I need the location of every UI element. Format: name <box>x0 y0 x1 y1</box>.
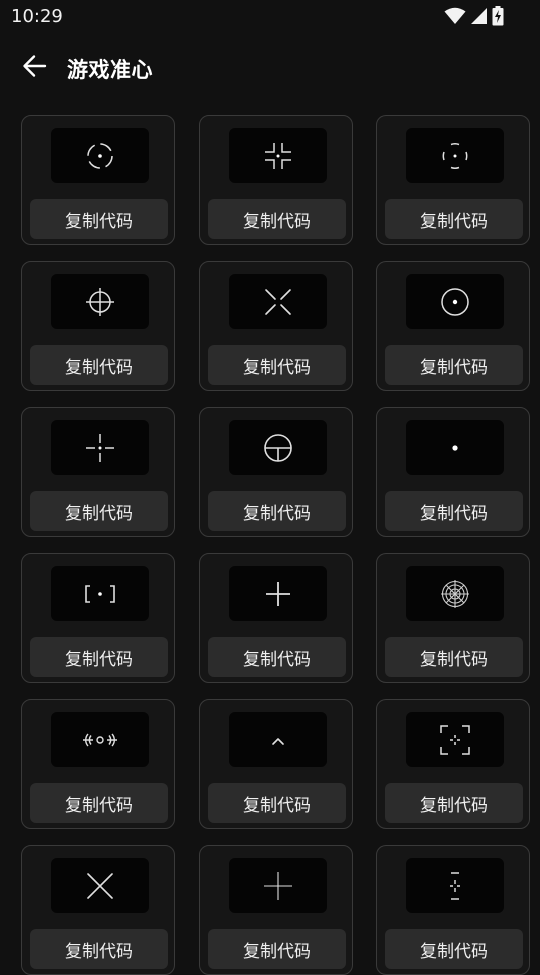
copy-code-button[interactable]: 复制代码 <box>30 637 168 677</box>
corner-brackets-dot-crosshair-icon <box>258 136 298 176</box>
copy-code-button[interactable]: 复制代码 <box>208 637 346 677</box>
chevron-up-crosshair-icon <box>258 720 298 760</box>
back-button[interactable] <box>14 46 54 86</box>
crosshair-card: 复制代码 <box>21 553 175 683</box>
crosshair-card: 复制代码 <box>199 407 353 537</box>
crosshair-preview <box>229 420 327 475</box>
thin-plus-crosshair-icon <box>258 866 298 906</box>
crosshair-card: 复制代码 <box>199 699 353 829</box>
split-circle-dot-crosshair-icon <box>435 136 475 176</box>
crosshair-preview <box>229 566 327 621</box>
crosshair-preview <box>229 274 327 329</box>
crosshair-preview <box>229 712 327 767</box>
crosshair-preview <box>51 712 149 767</box>
crosshair-preview <box>406 128 504 183</box>
crosshair-preview <box>51 274 149 329</box>
crosshair-card: 复制代码 <box>21 407 175 537</box>
copy-code-button[interactable]: 复制代码 <box>208 491 346 531</box>
crosshair-preview <box>406 566 504 621</box>
crosshair-card: 复制代码 <box>376 699 530 829</box>
copy-code-button[interactable]: 复制代码 <box>30 783 168 823</box>
crosshair-card: 复制代码 <box>376 845 530 975</box>
sniper-scope-crosshair-icon <box>435 574 475 614</box>
copy-code-button[interactable]: 复制代码 <box>208 199 346 239</box>
crosshair-preview <box>406 712 504 767</box>
dashes-cross-crosshair-icon <box>435 866 475 906</box>
crosshair-preview <box>51 566 149 621</box>
square-brackets-dot-crosshair-icon <box>80 574 120 614</box>
parentheses-ring-crosshair-icon <box>80 720 120 760</box>
arrow-left-icon <box>21 53 47 79</box>
copy-code-button[interactable]: 复制代码 <box>208 783 346 823</box>
crosshair-preview <box>406 274 504 329</box>
copy-code-button[interactable]: 复制代码 <box>385 345 523 385</box>
crosshair-preview <box>406 420 504 475</box>
crosshair-card: 复制代码 <box>199 845 353 975</box>
status-time: 10:29 <box>11 6 63 27</box>
copy-code-button[interactable]: 复制代码 <box>385 783 523 823</box>
crosshair-card: 复制代码 <box>376 261 530 391</box>
frame-corners-cross-crosshair-icon <box>435 720 475 760</box>
copy-code-button[interactable]: 复制代码 <box>30 345 168 385</box>
crosshair-card: 复制代码 <box>376 407 530 537</box>
copy-code-button[interactable]: 复制代码 <box>385 199 523 239</box>
page-title: 游戏准心 <box>67 58 153 82</box>
wifi-icon <box>444 7 466 25</box>
crosshair-card: 复制代码 <box>21 699 175 829</box>
battery-charging-icon <box>492 6 504 26</box>
circle-t-crosshair-icon <box>258 428 298 468</box>
small-cross-dot-crosshair-icon <box>80 428 120 468</box>
crosshair-preview <box>406 858 504 913</box>
crosshair-card: 复制代码 <box>376 115 530 245</box>
crosshair-card: 复制代码 <box>21 261 175 391</box>
dot-circle-dashed-crosshair-icon <box>80 136 120 176</box>
crosshair-preview <box>51 420 149 475</box>
copy-code-button[interactable]: 复制代码 <box>208 929 346 969</box>
circle-cross-crosshair-icon <box>80 282 120 322</box>
crosshair-card: 复制代码 <box>21 115 175 245</box>
crosshair-card: 复制代码 <box>199 553 353 683</box>
single-dot-crosshair-icon <box>435 428 475 468</box>
plus-crosshair-icon <box>258 574 298 614</box>
copy-code-button[interactable]: 复制代码 <box>208 345 346 385</box>
x-cross-crosshair-icon <box>80 866 120 906</box>
copy-code-button[interactable]: 复制代码 <box>30 929 168 969</box>
crosshair-preview <box>229 858 327 913</box>
copy-code-button[interactable]: 复制代码 <box>30 491 168 531</box>
app-bar: 游戏准心 <box>0 34 540 104</box>
x-gap-crosshair-icon <box>258 282 298 322</box>
crosshair-card: 复制代码 <box>199 261 353 391</box>
crosshair-card: 复制代码 <box>199 115 353 245</box>
crosshair-card: 复制代码 <box>376 553 530 683</box>
status-icons <box>444 6 504 26</box>
ring-dot-crosshair-icon <box>435 282 475 322</box>
copy-code-button[interactable]: 复制代码 <box>30 199 168 239</box>
crosshair-card: 复制代码 <box>21 845 175 975</box>
crosshair-preview <box>229 128 327 183</box>
crosshair-preview <box>51 858 149 913</box>
copy-code-button[interactable]: 复制代码 <box>385 637 523 677</box>
copy-code-button[interactable]: 复制代码 <box>385 491 523 531</box>
status-bar: 10:29 <box>0 0 540 34</box>
copy-code-button[interactable]: 复制代码 <box>385 929 523 969</box>
crosshair-preview <box>51 128 149 183</box>
cellular-signal-icon <box>470 7 488 25</box>
